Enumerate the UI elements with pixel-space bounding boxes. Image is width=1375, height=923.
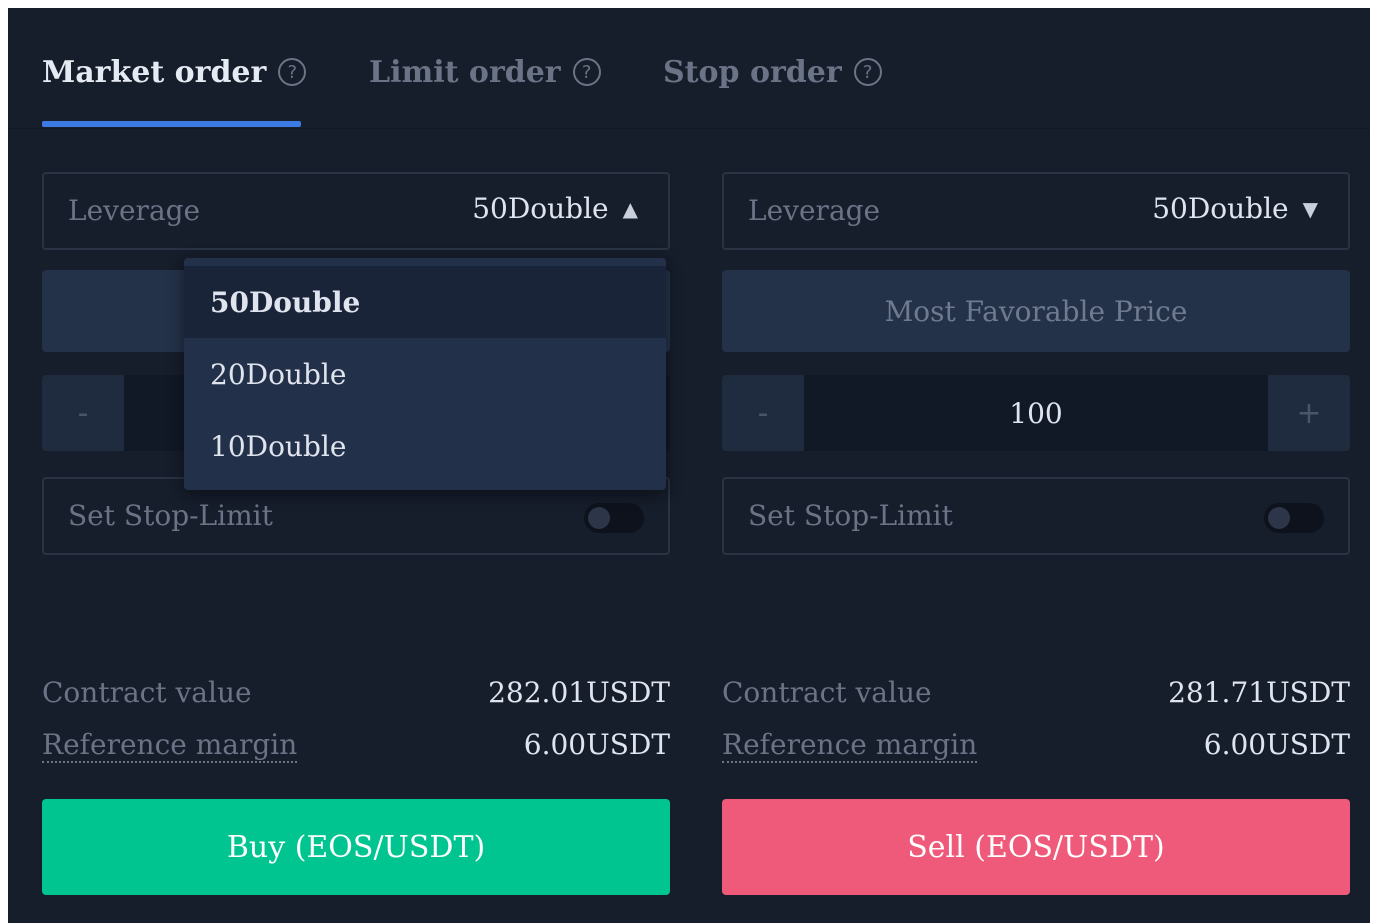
leverage-select[interactable]: Leverage 50Double ▲: [42, 172, 670, 250]
leverage-select[interactable]: Leverage 50Double ▼: [722, 172, 1350, 250]
reference-margin-label[interactable]: Reference margin: [42, 728, 298, 763]
contract-value-row: Contract value 281.71USDT: [722, 676, 1350, 716]
price-mode-button[interactable]: Most Favorable Price: [722, 270, 1350, 352]
reference-margin-label[interactable]: Reference margin: [722, 728, 978, 763]
leverage-label: Leverage: [748, 194, 881, 227]
leverage-label: Leverage: [68, 194, 201, 227]
leverage-option-20[interactable]: 20Double: [184, 338, 666, 410]
help-icon[interactable]: ?: [853, 58, 882, 86]
quantity-stepper: - 100 +: [722, 375, 1350, 451]
contract-value-row: Contract value 282.01USDT: [42, 676, 670, 716]
leverage-selected-value: 50Double: [472, 192, 609, 225]
caret-up-icon: ▲: [622, 196, 638, 221]
tab-market-order[interactable]: Market order ?: [42, 50, 307, 94]
tab-label: Stop order: [663, 54, 842, 90]
tab-label: Market order: [42, 54, 267, 90]
leverage-value: 50Double ▼: [1152, 192, 1318, 225]
contract-value: 282.01USDT: [488, 676, 670, 709]
stop-limit-row: Set Stop-Limit: [722, 477, 1350, 555]
increment-button[interactable]: +: [1268, 375, 1350, 451]
tab-stop-order[interactable]: Stop order ?: [663, 50, 882, 94]
contract-value-label: Contract value: [42, 676, 252, 709]
buy-button[interactable]: Buy (EOS/USDT): [42, 799, 670, 895]
toggle-knob: [1268, 507, 1290, 529]
stop-limit-label: Set Stop-Limit: [68, 499, 273, 532]
stop-limit-toggle[interactable]: [1264, 503, 1324, 533]
stop-limit-label: Set Stop-Limit: [748, 499, 953, 532]
tab-label: Limit order: [369, 54, 561, 90]
leverage-option-50[interactable]: 50Double: [184, 266, 666, 338]
leverage-option-10[interactable]: 10Double: [184, 410, 666, 482]
caret-down-icon: ▼: [1302, 196, 1318, 221]
help-icon[interactable]: ?: [278, 58, 307, 86]
tab-limit-order[interactable]: Limit order ?: [369, 50, 601, 94]
contract-value-label: Contract value: [722, 676, 932, 709]
order-type-tabs: Market order ? Limit order ? Stop order …: [8, 8, 1370, 129]
help-icon[interactable]: ?: [572, 58, 601, 86]
contract-value: 281.71USDT: [1168, 676, 1350, 709]
decrement-button[interactable]: -: [722, 375, 804, 451]
reference-margin-value: 6.00USDT: [1203, 728, 1350, 761]
order-form: Market order ? Limit order ? Stop order …: [8, 8, 1370, 923]
quantity-input[interactable]: 100: [804, 375, 1268, 451]
decrement-button[interactable]: -: [42, 375, 124, 451]
leverage-dropdown-menu: 50Double 20Double 10Double: [184, 258, 666, 490]
reference-margin-row: Reference margin 6.00USDT: [722, 728, 1350, 768]
reference-margin-row: Reference margin 6.00USDT: [42, 728, 670, 768]
active-tab-indicator: [42, 121, 301, 127]
toggle-knob: [588, 507, 610, 529]
sell-button[interactable]: Sell (EOS/USDT): [722, 799, 1350, 895]
stop-limit-toggle[interactable]: [584, 503, 644, 533]
leverage-selected-value: 50Double: [1152, 192, 1289, 225]
leverage-value: 50Double ▲: [472, 192, 638, 225]
reference-margin-value: 6.00USDT: [523, 728, 670, 761]
